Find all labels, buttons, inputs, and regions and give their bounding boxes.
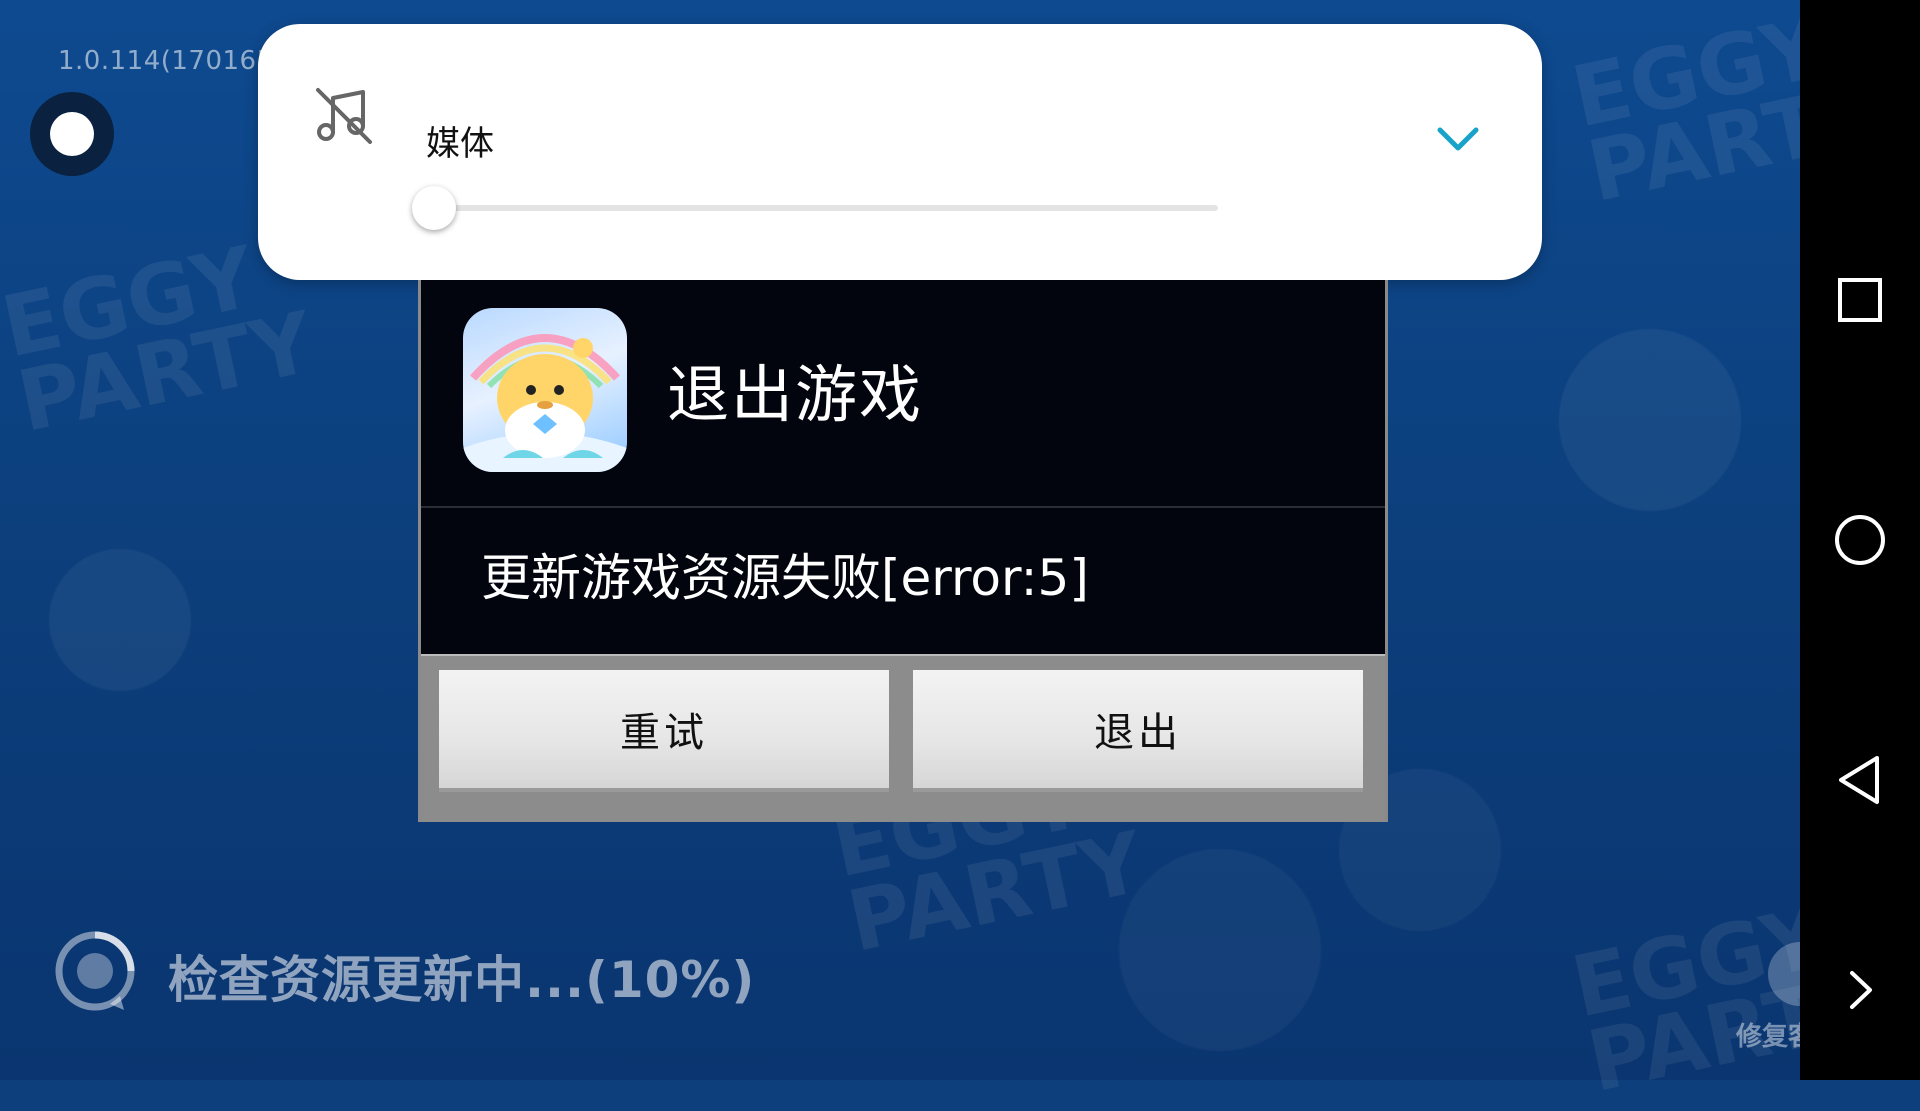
volume-stream-label: 媒体 — [426, 124, 494, 164]
dialog-divider — [421, 506, 1385, 508]
circle-icon — [1835, 515, 1885, 565]
dialog-button-bar: 重试 退出 — [421, 654, 1385, 822]
retry-button[interactable]: 重试 — [439, 670, 889, 792]
triangle-back-icon — [1839, 756, 1879, 804]
repair-client-label[interactable]: 修复客 — [1736, 1016, 1800, 1053]
exit-game-dialog: 退出游戏 更新游戏资源失败[error:5] 重试 退出 — [418, 280, 1388, 822]
back-button[interactable] — [1800, 720, 1920, 840]
floating-record-button[interactable] — [30, 92, 114, 176]
chevron-down-icon[interactable] — [1430, 114, 1486, 164]
navigation-bar — [1800, 0, 1920, 1080]
home-button[interactable] — [1800, 480, 1920, 600]
dialog-title: 退出游戏 — [667, 358, 924, 431]
watermark-logo: EGGY PARTY — [1563, 0, 1892, 221]
volume-slider-track[interactable] — [412, 186, 1218, 230]
square-icon — [1838, 278, 1882, 322]
update-progress-text: 检查资源更新中...(10%) — [168, 951, 756, 1009]
watermark-logo: EGGY PARTY — [0, 227, 322, 451]
chevron-right-icon — [1850, 971, 1872, 1009]
volume-panel: 媒体 — [258, 24, 1542, 280]
more-button[interactable] — [1800, 930, 1920, 1050]
volume-slider-thumb[interactable] — [412, 186, 456, 230]
exit-button[interactable]: 退出 — [913, 670, 1363, 792]
watermark-logo: EGGY PARTY — [1563, 887, 1892, 1111]
eggy-party-app-icon — [463, 308, 627, 472]
dialog-message: 更新游戏资源失败[error:5] — [481, 549, 1089, 607]
recent-apps-button[interactable] — [1800, 240, 1920, 360]
version-label: 1.0.114(170165 — [58, 46, 274, 76]
loading-spinner-icon — [55, 931, 135, 1011]
music-note-muted-icon — [316, 88, 372, 144]
record-dot-icon — [50, 112, 94, 156]
